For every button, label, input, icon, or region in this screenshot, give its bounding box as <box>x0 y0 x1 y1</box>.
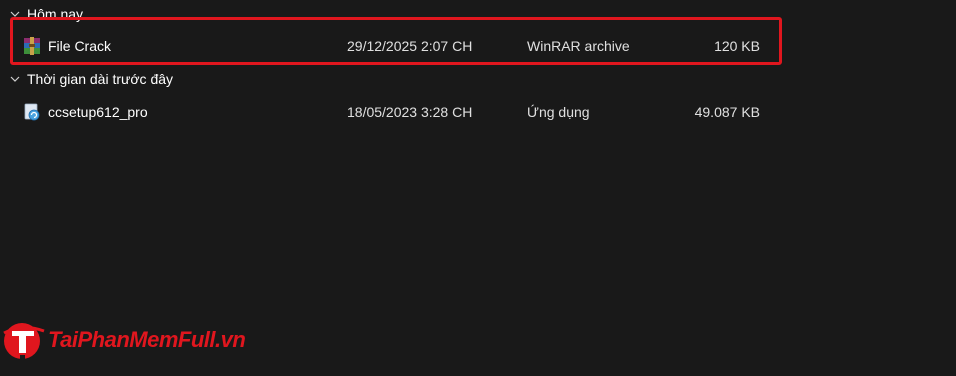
watermark-text: TaiPhanMemFull.vn <box>48 327 246 352</box>
file-explorer-list: Hôm nay File Crack 29/12/2025 2:07 CH Wi… <box>0 0 956 376</box>
installer-app-icon <box>24 103 40 121</box>
file-row-ccsetup[interactable]: ccsetup612_pro 18/05/2023 3:28 CH Ứng dụ… <box>14 97 784 127</box>
logo-t-badge-icon <box>3 323 45 359</box>
file-size: 49.087 KB <box>694 104 760 120</box>
group-label: Thời gian dài trước đây <box>27 71 174 87</box>
chevron-down-icon <box>10 76 20 82</box>
file-date: 18/05/2023 3:28 CH <box>347 104 473 120</box>
highlight-annotation-box <box>10 17 782 65</box>
file-type: Ứng dụng <box>527 104 590 120</box>
file-name: ccsetup612_pro <box>48 104 148 120</box>
watermark-logo: TaiPhanMemFull.vn <box>0 312 246 368</box>
group-header-long-ago[interactable]: Thời gian dài trước đây <box>0 67 173 91</box>
